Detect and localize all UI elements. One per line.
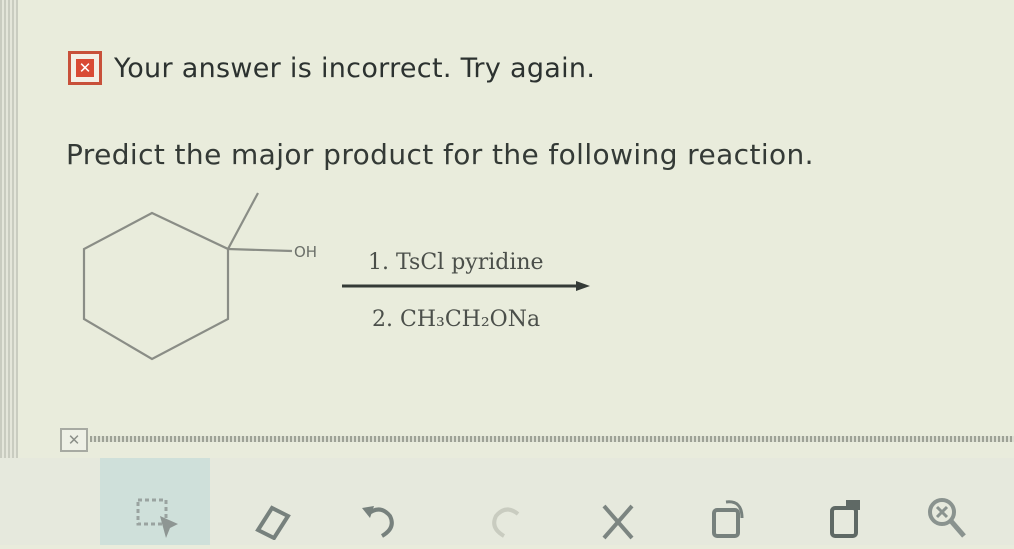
undo-icon (362, 506, 394, 538)
paste-icon (830, 500, 860, 538)
oh-bond (227, 247, 293, 253)
eraser-icon (255, 505, 291, 541)
condition-2: 2. CH₃CH₂ONa (372, 307, 540, 332)
redo-button[interactable] (478, 490, 528, 540)
eraser-button[interactable] (248, 490, 298, 541)
clear-button[interactable] (592, 490, 642, 540)
select-tool-button[interactable] (100, 458, 210, 545)
feedback-message: Your answer is incorrect. Try again. (114, 52, 596, 84)
cyclohexane-ring (82, 192, 293, 361)
close-icon[interactable]: ✕ (60, 428, 88, 452)
feedback-banner: ✕ Your answer is incorrect. Try again. (68, 46, 595, 90)
zoom-icon (928, 498, 966, 538)
answer-strip: ✕ (56, 424, 1014, 452)
x-icon (602, 504, 634, 540)
condition-1: 1. TsCl pyridine (368, 250, 544, 275)
redo-icon (492, 507, 520, 538)
reaction-scheme: OH 1. TsCl pyridine 2. CH₃CH₂ONa (82, 192, 590, 361)
zoom-button[interactable] (922, 490, 972, 540)
undo-button[interactable] (356, 490, 406, 540)
divider (90, 436, 1014, 442)
hydroxyl-label: OH (294, 243, 317, 261)
arrow-head (576, 281, 590, 291)
question-prompt: Predict the major product for the follow… (66, 138, 814, 171)
copy-button[interactable] (704, 490, 754, 540)
arrow-select-icon (136, 498, 178, 538)
copy-icon (712, 500, 744, 538)
paste-button[interactable] (820, 490, 870, 540)
methyl-bond (227, 192, 259, 250)
error-icon: ✕ (68, 51, 102, 85)
